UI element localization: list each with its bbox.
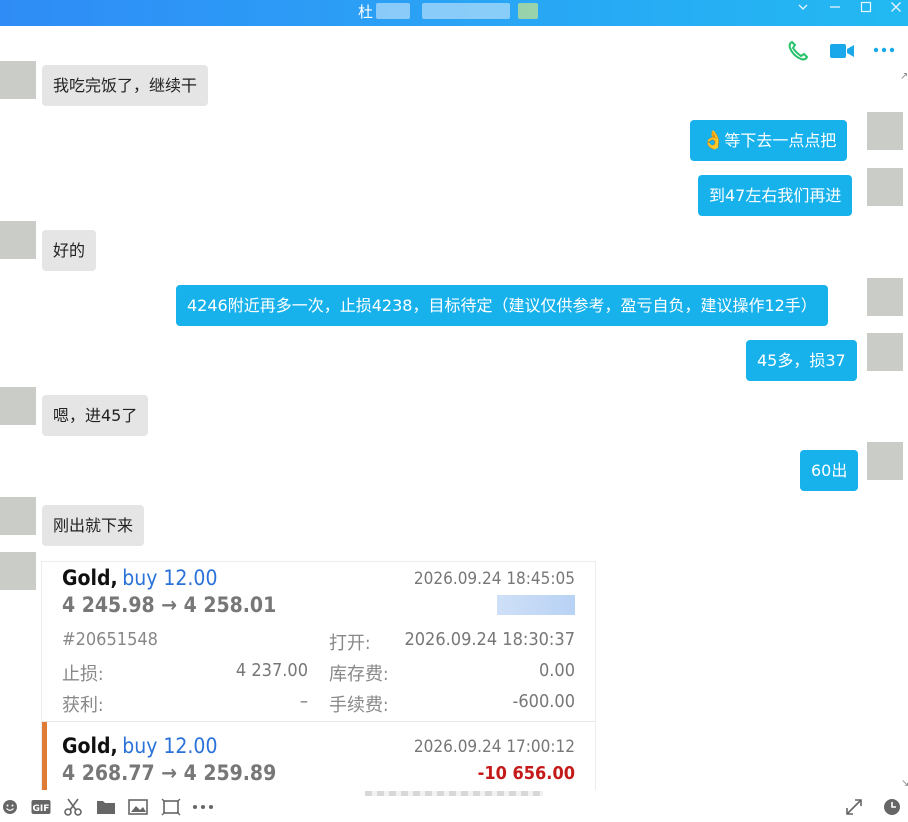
open-label: 打开:	[329, 633, 371, 654]
fee-value: -600.00	[512, 691, 576, 712]
resize-handle-icon[interactable]: ↘	[901, 778, 908, 789]
image-icon[interactable]	[128, 796, 148, 817]
message-bubble: 60出	[800, 450, 859, 491]
tp-label: 获利:	[62, 695, 104, 716]
trade-close-time: 2026.09.24 18:45:05	[413, 569, 575, 589]
message-bubble: 45多，损37	[746, 340, 857, 381]
video-call-icon[interactable]	[829, 40, 855, 66]
message-bubble: 嗯，进45了	[42, 395, 149, 436]
avatar[interactable]	[0, 552, 36, 590]
trade-screenshot-image[interactable]: Gold, buy 12.00 2026.09.24 18:45:05 4 24…	[41, 561, 596, 790]
swap-value: 0.00	[538, 660, 575, 681]
message-bubble: 👌等下去一点点把	[690, 120, 848, 161]
message-bubble: 刚出就下来	[42, 505, 145, 546]
more-icon[interactable]	[192, 796, 214, 817]
avatar[interactable]	[867, 168, 903, 206]
screenshot-icon[interactable]	[161, 796, 181, 817]
message-bubble: 好的	[42, 230, 97, 271]
title-bar: 杜	[0, 0, 908, 26]
resize-handle-icon[interactable]: ↗	[900, 71, 908, 82]
swap-label: 库存费:	[329, 664, 389, 685]
trade-accent-bar	[42, 722, 47, 790]
redacted-name	[376, 3, 410, 19]
more-icon[interactable]	[873, 40, 895, 64]
close-icon[interactable]	[885, 0, 907, 22]
trade-header: Gold, buy 12.00	[62, 734, 217, 758]
redacted-badge	[518, 3, 538, 19]
phone-icon[interactable]	[786, 39, 810, 67]
message-bubble: 4246附近再多一次，止损4238，目标待定（建议仅供参考，盈亏自负，建议操作1…	[176, 285, 828, 326]
redacted-profit	[497, 595, 575, 615]
message-bubble: 我吃完饭了，继续干	[42, 65, 209, 106]
trade-symbol: Gold,	[62, 734, 118, 758]
ticket-number: #20651548	[62, 629, 158, 650]
input-toolbar: GIF	[0, 796, 908, 817]
avatar[interactable]	[0, 497, 36, 535]
trade-header: Gold, buy 12.00	[62, 566, 217, 590]
message-bubble: 到47左右我们再进	[698, 175, 853, 216]
trade-prices: 4 268.77 → 4 259.89	[62, 761, 277, 785]
avatar[interactable]	[867, 112, 903, 150]
folder-icon[interactable]	[96, 796, 116, 817]
avatar[interactable]	[0, 61, 36, 99]
open-time: 2026.09.24 18:30:37	[404, 629, 575, 650]
window-title: 杜	[358, 3, 374, 21]
message-text: 等下去一点点把	[724, 131, 837, 150]
emoji-icon[interactable]	[2, 796, 18, 817]
expand-icon[interactable]	[845, 796, 863, 817]
ok-hand-emoji-icon: 👌	[702, 130, 725, 151]
minimize-icon[interactable]	[824, 0, 846, 22]
maximize-icon[interactable]	[855, 0, 877, 22]
tp-value: –	[299, 691, 308, 712]
redacted-name	[422, 3, 510, 19]
avatar[interactable]	[0, 387, 36, 425]
divider	[42, 721, 595, 722]
avatar[interactable]	[867, 278, 903, 316]
gif-icon[interactable]: GIF	[31, 796, 51, 817]
trade-side: buy 12.00	[122, 734, 218, 758]
sl-label: 止损:	[62, 664, 104, 685]
trade-profit: -10 656.00	[477, 763, 575, 784]
chevron-down-icon[interactable]	[792, 0, 814, 22]
avatar[interactable]	[867, 442, 903, 480]
trade-side: buy 12.00	[122, 566, 218, 590]
fee-label: 手续费:	[329, 695, 389, 716]
scissors-icon[interactable]	[64, 796, 82, 817]
trade-close-time: 2026.09.24 17:00:12	[413, 737, 575, 757]
trade-prices: 4 245.98 → 4 258.01	[62, 593, 277, 617]
avatar[interactable]	[867, 333, 903, 371]
avatar[interactable]	[0, 221, 36, 259]
history-icon[interactable]	[883, 796, 901, 817]
svg-text:GIF: GIF	[33, 804, 50, 814]
trade-symbol: Gold,	[62, 566, 118, 590]
sl-value: 4 237.00	[235, 660, 308, 681]
